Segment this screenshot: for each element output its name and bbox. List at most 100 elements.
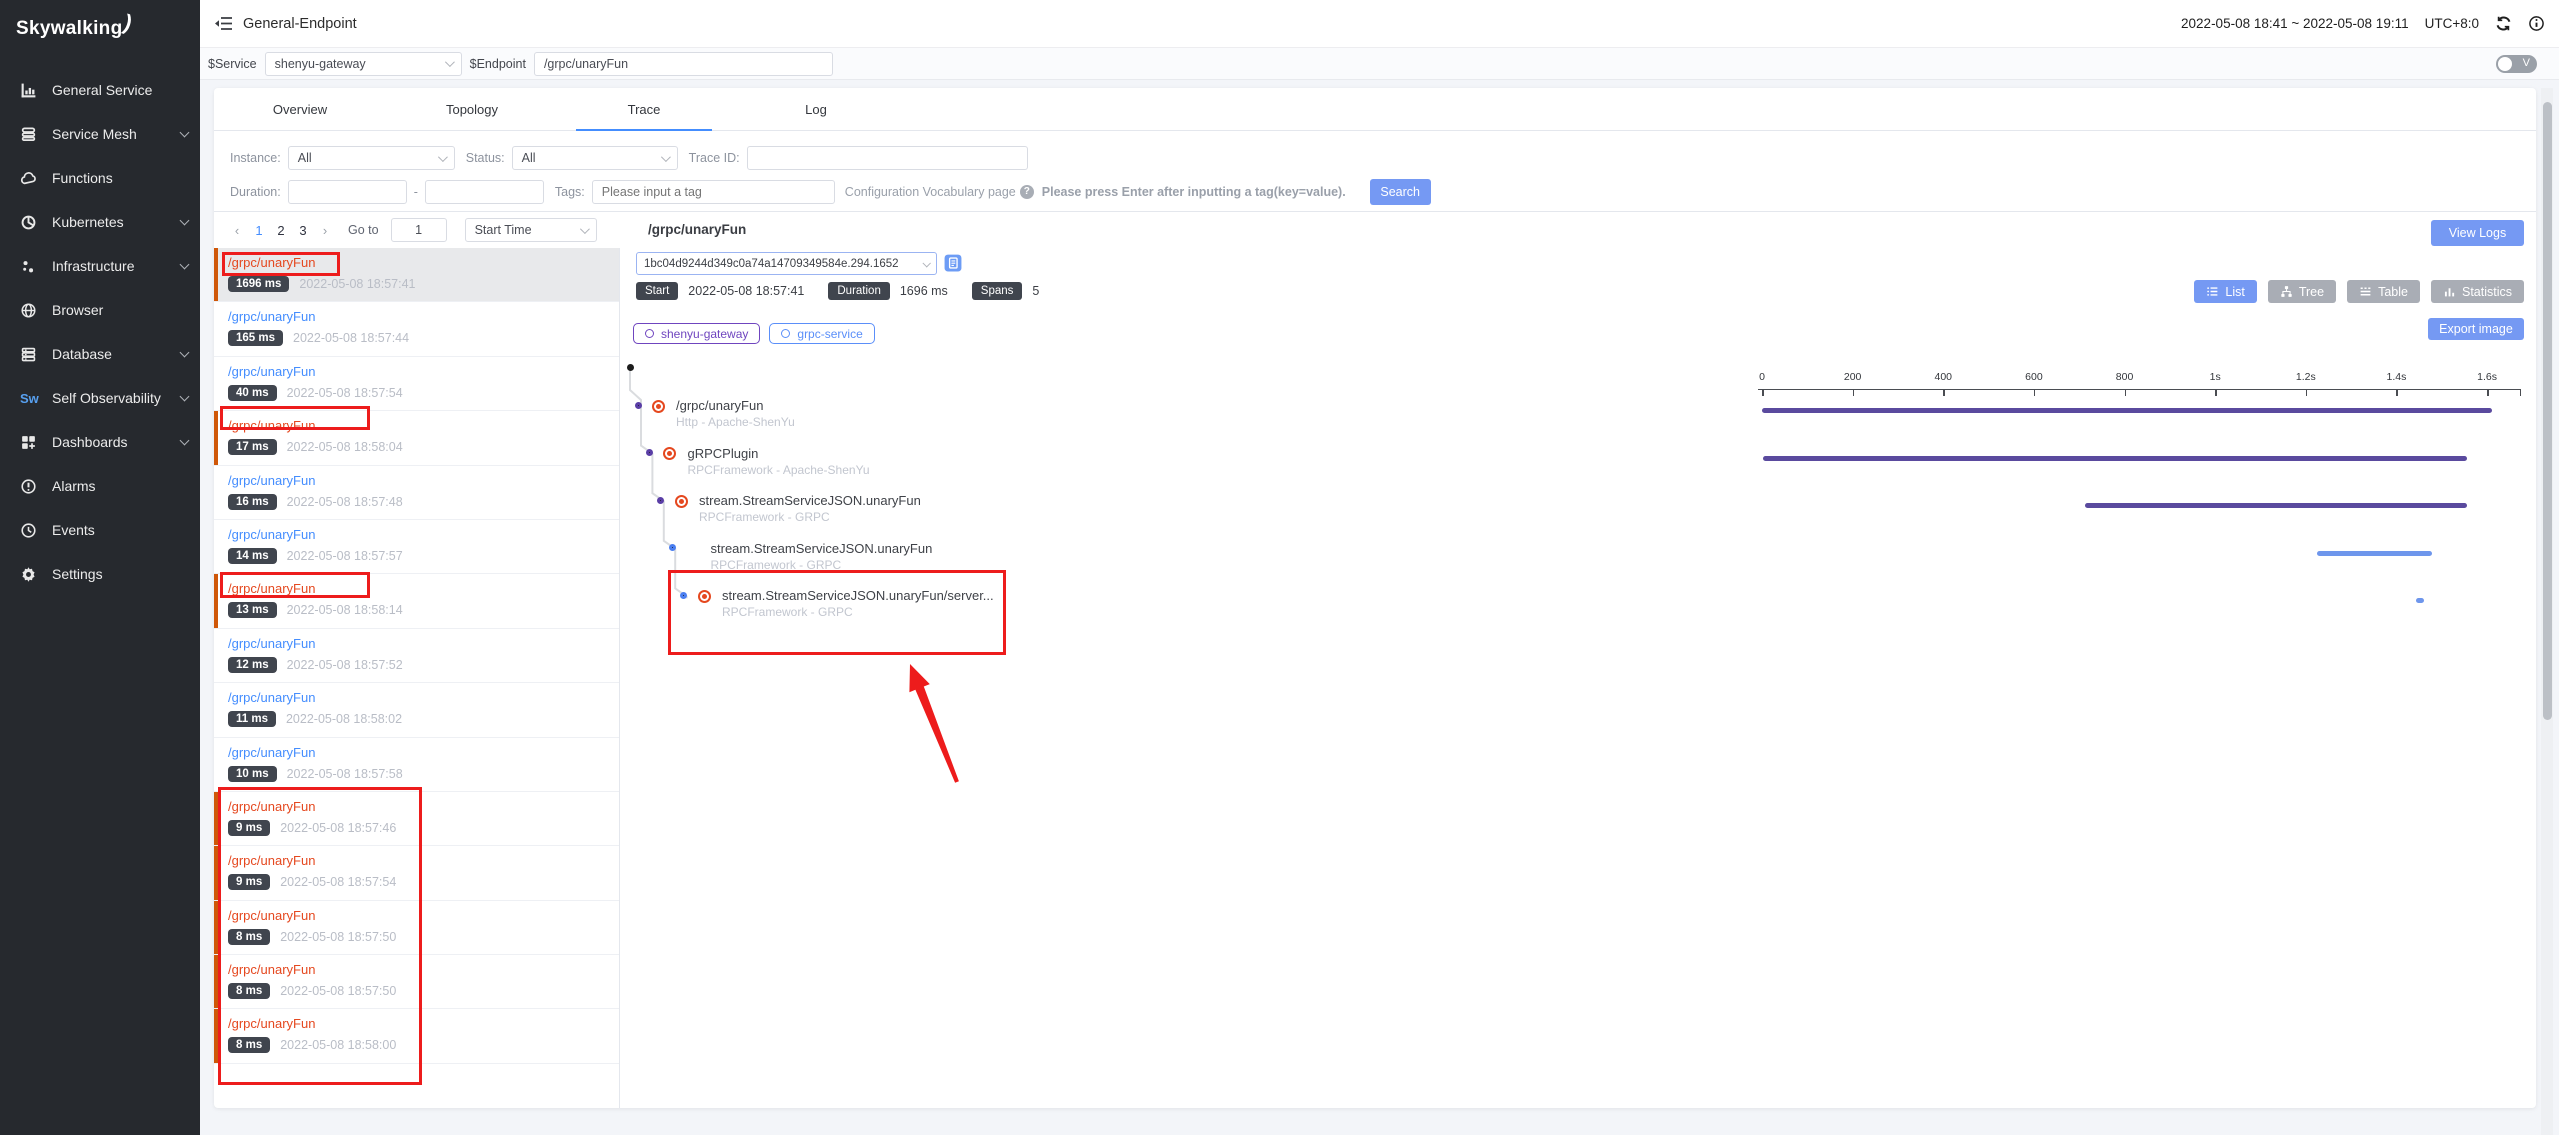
page-number-2[interactable]: 2 [272,223,290,238]
refresh-icon[interactable] [2495,15,2512,32]
trace-timestamp: 2022-05-08 18:57:58 [287,767,403,781]
tab-log[interactable]: Log [730,88,902,130]
time-range[interactable]: 2022-05-08 18:41 ~ 2022-05-08 19:11 [2181,16,2409,31]
trace-list-item[interactable]: /grpc/unaryFun16 ms2022-05-08 18:57:48 [214,466,619,520]
trace-meta: 8 ms2022-05-08 18:57:50 [228,983,611,999]
trace-list-item[interactable]: /grpc/unaryFun12 ms2022-05-08 18:57:52 [214,629,619,683]
service-chip-shenyu-gateway[interactable]: shenyu-gateway [633,323,760,344]
sidebar-item-alarms[interactable]: Alarms [0,464,200,508]
export-image-button[interactable]: Export image [2428,318,2524,340]
span-duration-bar[interactable] [1762,408,2492,413]
trace-id-value: 1bc04d9244d349c0a74a14709349584e.294.165… [644,258,899,270]
scrollbar[interactable] [2541,88,2553,1135]
events-icon [20,522,37,539]
service-chip-label: grpc-service [797,327,862,341]
status-select[interactable]: All [512,146,678,170]
trace-list-item[interactable]: /grpc/unaryFun13 ms2022-05-08 18:58:14 [214,574,619,628]
trace-timestamp: 2022-05-08 18:57:41 [299,277,415,291]
trace-list-item[interactable]: /grpc/unaryFun9 ms2022-05-08 18:57:46 [214,792,619,846]
chevron-down-icon [180,436,190,446]
info-icon[interactable] [2528,15,2545,32]
trace-endpoint-name: /grpc/unaryFun [228,418,611,433]
collapse-menu-icon[interactable] [214,16,233,31]
view-mode-list[interactable]: List [2194,280,2256,303]
service-circle-icon [781,329,790,338]
trace-meta: 13 ms2022-05-08 18:58:14 [228,602,611,618]
sidebar-item-label: Settings [52,566,103,582]
vocabulary-link[interactable]: Configuration Vocabulary page [845,185,1016,199]
span-duration-bar[interactable] [2416,598,2423,603]
duration-label: Duration: [230,185,281,199]
sidebar-item-infrastructure[interactable]: Infrastructure [0,244,200,288]
sidebar-item-self-observability[interactable]: SwSelf Observability [0,376,200,420]
endpoint-input[interactable] [534,52,833,76]
error-indicator-bar [214,955,218,1008]
chevron-down-icon [922,259,930,267]
trace-list-item[interactable]: /grpc/unaryFun11 ms2022-05-08 18:58:02 [214,683,619,737]
span-duration-bar[interactable] [1763,456,2467,461]
trace-filters: Instance: All Status: All Trace ID: Dura… [214,131,2536,212]
timezone[interactable]: UTC+8:0 [2425,16,2479,31]
service-chip-grpc-service[interactable]: grpc-service [769,323,874,344]
layers-icon [20,126,37,143]
trace-meta: 9 ms2022-05-08 18:57:46 [228,820,611,836]
trace-list: /grpc/unaryFun1696 ms2022-05-08 18:57:41… [214,248,620,1108]
trace-list-item[interactable]: /grpc/unaryFun8 ms2022-05-08 18:57:50 [214,955,619,1009]
span-duration-bar[interactable] [2085,503,2467,508]
sidebar-item-dashboards[interactable]: Dashboards [0,420,200,464]
sidebar-item-service-mesh[interactable]: Service Mesh [0,112,200,156]
duration-value: 1696 ms [900,284,948,298]
duration-min-input[interactable] [288,180,407,204]
version-toggle[interactable]: V [2496,55,2537,73]
tags-input[interactable] [592,180,835,204]
trace-id-select[interactable]: 1bc04d9244d349c0a74a14709349584e.294.165… [636,252,937,275]
tab-topology[interactable]: Topology [386,88,558,130]
trace-list-item[interactable]: /grpc/unaryFun17 ms2022-05-08 18:58:04 [214,411,619,465]
trace-list-item[interactable]: /grpc/unaryFun8 ms2022-05-08 18:57:50 [214,901,619,955]
sort-select[interactable]: Start Time [465,218,597,242]
next-page-button[interactable]: › [316,223,334,238]
trace-list-item[interactable]: /grpc/unaryFun10 ms2022-05-08 18:57:58 [214,738,619,792]
trace-meta: 12 ms2022-05-08 18:57:52 [228,657,611,673]
page-number-3[interactable]: 3 [294,223,312,238]
trace-list-item[interactable]: /grpc/unaryFun1696 ms2022-05-08 18:57:41 [214,248,619,302]
trace-id-input[interactable] [747,146,1028,170]
trace-endpoint-name: /grpc/unaryFun [228,690,611,705]
sidebar-item-kubernetes[interactable]: Kubernetes [0,200,200,244]
skywalking-logo[interactable]: Skywalking) [0,0,200,40]
trace-list-item[interactable]: /grpc/unaryFun14 ms2022-05-08 18:57:57 [214,520,619,574]
chevron-down-icon [180,260,190,270]
view-mode-statistics[interactable]: Statistics [2431,280,2524,303]
trace-list-item[interactable]: /grpc/unaryFun165 ms2022-05-08 18:57:44 [214,302,619,356]
instance-select[interactable]: All [288,146,455,170]
sidebar-item-settings[interactable]: Settings [0,552,200,596]
prev-page-button[interactable]: ‹ [228,223,246,238]
sidebar-item-browser[interactable]: Browser [0,288,200,332]
copy-trace-id-icon[interactable] [944,254,962,272]
trace-list-item[interactable]: /grpc/unaryFun40 ms2022-05-08 18:57:54 [214,357,619,411]
goto-page-input[interactable] [391,218,447,242]
start-badge: Start [636,282,678,300]
trace-detail: /grpc/unaryFun View Logs 1bc04d9244d349c… [620,212,2536,1108]
duration-max-input[interactable] [425,180,544,204]
trace-duration-badge: 10 ms [228,766,277,782]
span-duration-bar[interactable] [2317,551,2432,556]
trace-list-item[interactable]: /grpc/unaryFun8 ms2022-05-08 18:58:00 [214,1009,619,1063]
question-circle-icon[interactable]: ? [1020,185,1034,199]
scrollbar-thumb[interactable] [2543,102,2552,720]
page-number-1[interactable]: 1 [250,223,268,238]
trace-list-item[interactable]: /grpc/unaryFun9 ms2022-05-08 18:57:54 [214,846,619,900]
service-chip-label: shenyu-gateway [661,327,748,341]
sidebar-item-general-service[interactable]: General Service [0,68,200,112]
sidebar-item-database[interactable]: Database [0,332,200,376]
view-mode-table[interactable]: Table [2347,280,2420,303]
tab-overview[interactable]: Overview [214,88,386,130]
view-logs-button[interactable]: View Logs [2431,220,2524,246]
view-mode-tree[interactable]: Tree [2268,280,2336,303]
sidebar-item-functions[interactable]: Functions [0,156,200,200]
search-button[interactable]: Search [1370,179,1431,205]
span-timeline-area: /grpc/unaryFunHttp - Apache-ShenYugRPCPl… [620,358,2536,918]
service-select[interactable]: shenyu-gateway [265,52,462,76]
sidebar-item-events[interactable]: Events [0,508,200,552]
tab-trace[interactable]: Trace [558,88,730,130]
